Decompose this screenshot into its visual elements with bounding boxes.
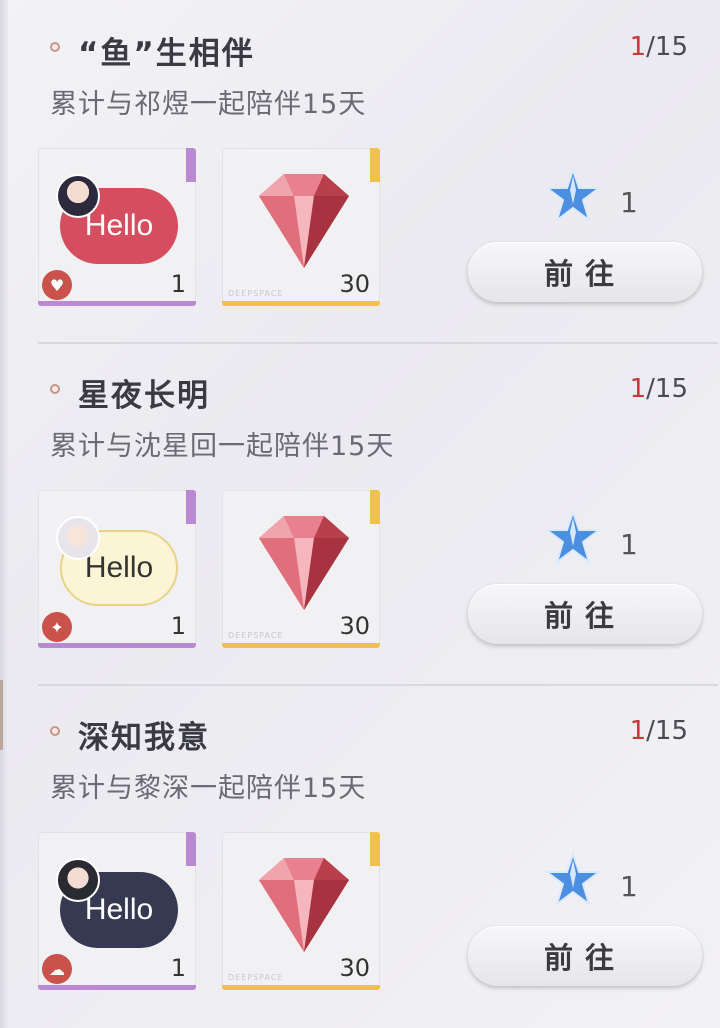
- brand-mark: DEEPSPACE: [228, 289, 284, 298]
- task-card: 星夜长明 1/15 累计与沈星回一起陪伴15天 Hello ✦ 1 DEEPSP…: [8, 344, 720, 686]
- task-progress: 1/15: [629, 374, 688, 404]
- blue-star-icon: [545, 510, 601, 565]
- reward-count: 1: [620, 186, 638, 219]
- rarity-bar: [38, 985, 196, 990]
- go-button[interactable]: 前往: [468, 926, 702, 986]
- reward-item-chat-bubble[interactable]: Hello ♥ 1: [38, 148, 196, 306]
- star-avatar-icon: [56, 516, 100, 560]
- rail-marker: [0, 680, 3, 750]
- item-count: 30: [339, 612, 370, 640]
- task-description: 累计与沈星回一起陪伴15天: [50, 431, 395, 462]
- rarity-bar: [222, 985, 380, 990]
- bullet-dot-icon: [50, 726, 60, 736]
- brand-mark: DEEPSPACE: [228, 631, 284, 640]
- bullet-dot-icon: [50, 42, 60, 52]
- task-title: 深知我意: [78, 720, 210, 756]
- go-button[interactable]: 前往: [468, 242, 702, 302]
- reward-item-gem[interactable]: DEEPSPACE 30: [222, 832, 380, 990]
- blue-star-icon: [545, 168, 601, 223]
- item-tag: [186, 832, 196, 866]
- task-card: 深知我意 1/15 累计与黎深一起陪伴15天 Hello ☁ 1 DEEPSPA…: [8, 686, 720, 1028]
- task-progress: 1/15: [629, 716, 688, 746]
- rarity-bar: [222, 643, 380, 648]
- task-description: 累计与黎深一起陪伴15天: [50, 773, 367, 804]
- left-rail: [0, 0, 8, 1028]
- reward-item-chat-bubble[interactable]: Hello ☁ 1: [38, 832, 196, 990]
- red-diamond-icon: [259, 516, 349, 610]
- task-description: 累计与祁煜一起陪伴15天: [50, 89, 367, 120]
- task-card: “鱼”生相伴 1/15 累计与祁煜一起陪伴15天 Hello ♥ 1 DEEPS…: [8, 0, 720, 342]
- item-count: 30: [339, 270, 370, 298]
- reward-item-gem[interactable]: DEEPSPACE 30: [222, 148, 380, 306]
- item-tag: [186, 148, 196, 182]
- rarity-bar: [38, 301, 196, 306]
- item-tag: [370, 490, 380, 524]
- reward-item-gem[interactable]: DEEPSPACE 30: [222, 490, 380, 648]
- task-progress: 1/15: [629, 32, 688, 62]
- reward-count: 1: [620, 870, 638, 903]
- red-diamond-icon: [259, 174, 349, 268]
- rarity-bar: [222, 301, 380, 306]
- item-count: 1: [170, 612, 186, 640]
- task-title: 星夜长明: [78, 378, 210, 414]
- fish-avatar-icon: [56, 174, 100, 218]
- star-badge-icon: ✦: [42, 612, 72, 642]
- red-diamond-icon: [259, 858, 349, 952]
- heart-badge-icon: ♥: [42, 270, 72, 300]
- item-tag: [370, 148, 380, 182]
- blue-star-icon: [545, 852, 601, 907]
- item-count: 1: [170, 270, 186, 298]
- item-tag: [370, 832, 380, 866]
- doctor-avatar-icon: [56, 858, 100, 902]
- reward-count: 1: [620, 528, 638, 561]
- reward-item-chat-bubble[interactable]: Hello ✦ 1: [38, 490, 196, 648]
- item-count: 30: [339, 954, 370, 982]
- item-count: 1: [170, 954, 186, 982]
- item-tag: [186, 490, 196, 524]
- bullet-dot-icon: [50, 384, 60, 394]
- task-title: “鱼”生相伴: [78, 36, 255, 72]
- go-button[interactable]: 前往: [468, 584, 702, 644]
- cloud-badge-icon: ☁: [42, 954, 72, 984]
- rarity-bar: [38, 643, 196, 648]
- brand-mark: DEEPSPACE: [228, 973, 284, 982]
